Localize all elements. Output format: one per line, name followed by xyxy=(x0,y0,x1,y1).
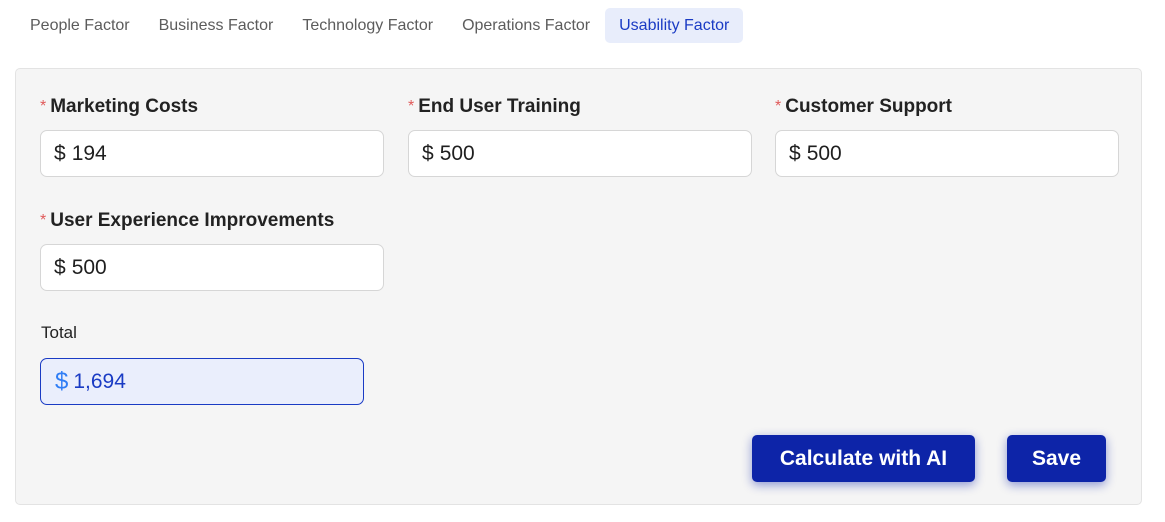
customer-support-input[interactable]: $500 xyxy=(775,130,1119,177)
marketing-costs-label: * Marketing Costs xyxy=(40,94,384,120)
user-experience-improvements-label-text: User Experience Improvements xyxy=(50,210,335,231)
total-field: $1,694 xyxy=(40,358,364,405)
calculate-with-ai-button[interactable]: Calculate with AI xyxy=(752,435,975,482)
required-marker: * xyxy=(40,212,47,229)
customer-support-field: * Customer Support $500 xyxy=(775,94,1119,177)
user-experience-improvements-input[interactable]: $500 xyxy=(40,244,384,291)
currency-symbol: $ xyxy=(422,141,434,165)
total-label: Total xyxy=(41,323,77,342)
marketing-costs-value: 194 xyxy=(71,141,107,165)
tab-people-factor[interactable]: People Factor xyxy=(16,8,144,43)
end-user-training-field: * End User Training $500 xyxy=(408,94,752,177)
customer-support-label: * Customer Support xyxy=(775,94,1119,120)
user-experience-improvements-value: 500 xyxy=(71,255,107,279)
marketing-costs-field: * Marketing Costs $194 xyxy=(40,94,384,177)
currency-symbol: $ xyxy=(55,367,69,395)
customer-support-value: 500 xyxy=(806,141,842,165)
user-experience-improvements-field: * User Experience Improvements $500 xyxy=(40,208,384,291)
currency-symbol: $ xyxy=(54,141,66,165)
end-user-training-input[interactable]: $500 xyxy=(408,130,752,177)
end-user-training-value: 500 xyxy=(439,141,475,165)
user-experience-improvements-label: * User Experience Improvements xyxy=(40,208,384,234)
tab-usability-factor[interactable]: Usability Factor xyxy=(605,8,744,43)
required-marker: * xyxy=(40,98,47,115)
currency-symbol: $ xyxy=(789,141,801,165)
end-user-training-label-text: End User Training xyxy=(418,96,581,117)
total-value: 1,694 xyxy=(73,369,126,393)
currency-symbol: $ xyxy=(54,255,66,279)
usability-factor-panel: * Marketing Costs $194 * End User Training… xyxy=(15,68,1142,505)
tab-operations-factor[interactable]: Operations Factor xyxy=(448,8,604,43)
required-marker: * xyxy=(408,98,415,115)
tab-technology-factor[interactable]: Technology Factor xyxy=(288,8,447,43)
factor-tabs: People Factor Business Factor Technology… xyxy=(16,8,744,43)
marketing-costs-label-text: Marketing Costs xyxy=(50,96,199,117)
marketing-costs-input[interactable]: $194 xyxy=(40,130,384,177)
save-button[interactable]: Save xyxy=(1007,435,1106,482)
required-marker: * xyxy=(775,98,782,115)
customer-support-label-text: Customer Support xyxy=(785,96,953,117)
tab-business-factor[interactable]: Business Factor xyxy=(145,8,288,43)
end-user-training-label: * End User Training xyxy=(408,94,752,120)
